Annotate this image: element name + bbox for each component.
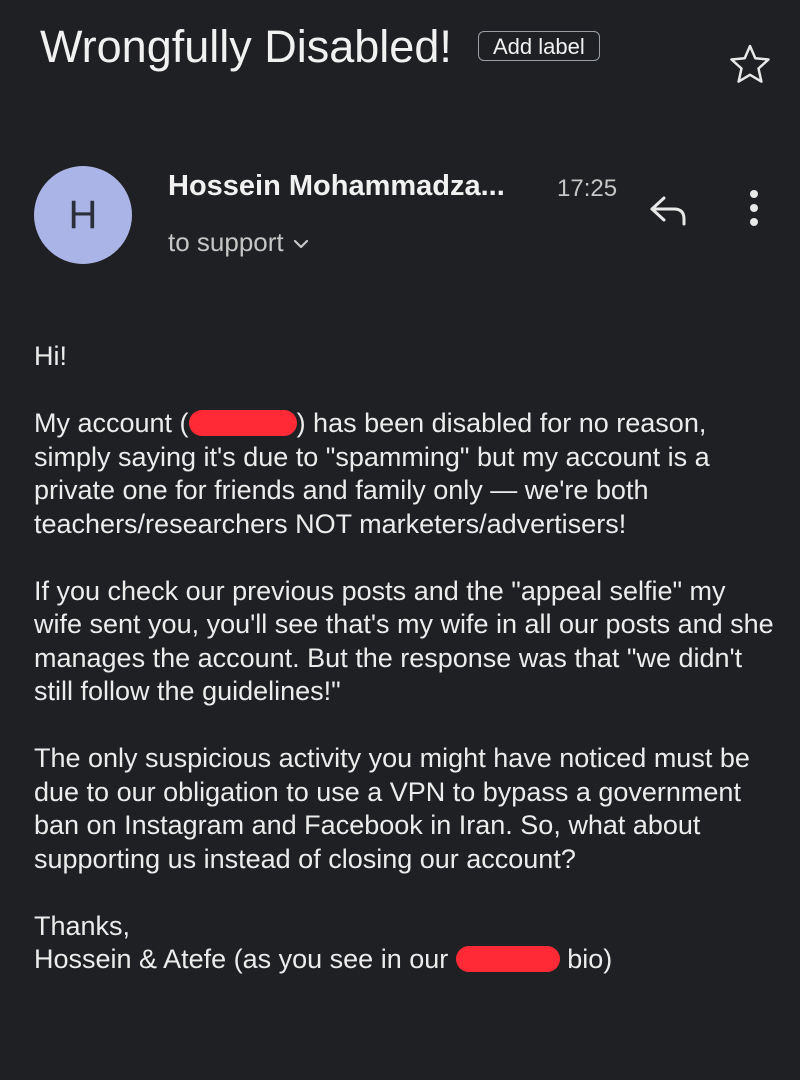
- paragraph-appeal: If you check our previous posts and the …: [34, 575, 774, 707]
- recipient-toggle[interactable]: to support: [168, 225, 310, 259]
- recipient-label: to support: [168, 227, 284, 257]
- redacted-bio-name: [455, 946, 560, 972]
- star-icon[interactable]: [728, 42, 772, 86]
- more-options-icon[interactable]: [740, 188, 768, 228]
- paragraph-account-start: My account (: [34, 408, 189, 438]
- message-body: Hi! My account () has been disabled for …: [34, 340, 774, 977]
- signature-block: Thanks, Hossein & Atefe (as you see in ou…: [34, 910, 774, 977]
- redacted-account-name: [188, 410, 297, 436]
- paragraph-account: My account () has been disabled for no r…: [34, 407, 774, 541]
- signature-end: bio): [559, 944, 613, 974]
- closing-line: Thanks,: [34, 910, 131, 941]
- chevron-down-icon[interactable]: [292, 238, 310, 250]
- avatar[interactable]: H: [34, 166, 132, 264]
- subject-title: Wrongfully Disabled!: [40, 21, 452, 72]
- paragraph-vpn: The only suspicious activity you might h…: [34, 743, 750, 874]
- greeting-paragraph: Hi!: [34, 341, 67, 371]
- add-label-button[interactable]: Add label: [478, 31, 600, 61]
- message-time: 17:25: [557, 175, 618, 202]
- sender-name[interactable]: Hossein Mohammadza...: [168, 166, 505, 206]
- signature-start: Hossein & Atefe (as you see in our: [34, 944, 456, 974]
- reply-icon[interactable]: [646, 190, 690, 228]
